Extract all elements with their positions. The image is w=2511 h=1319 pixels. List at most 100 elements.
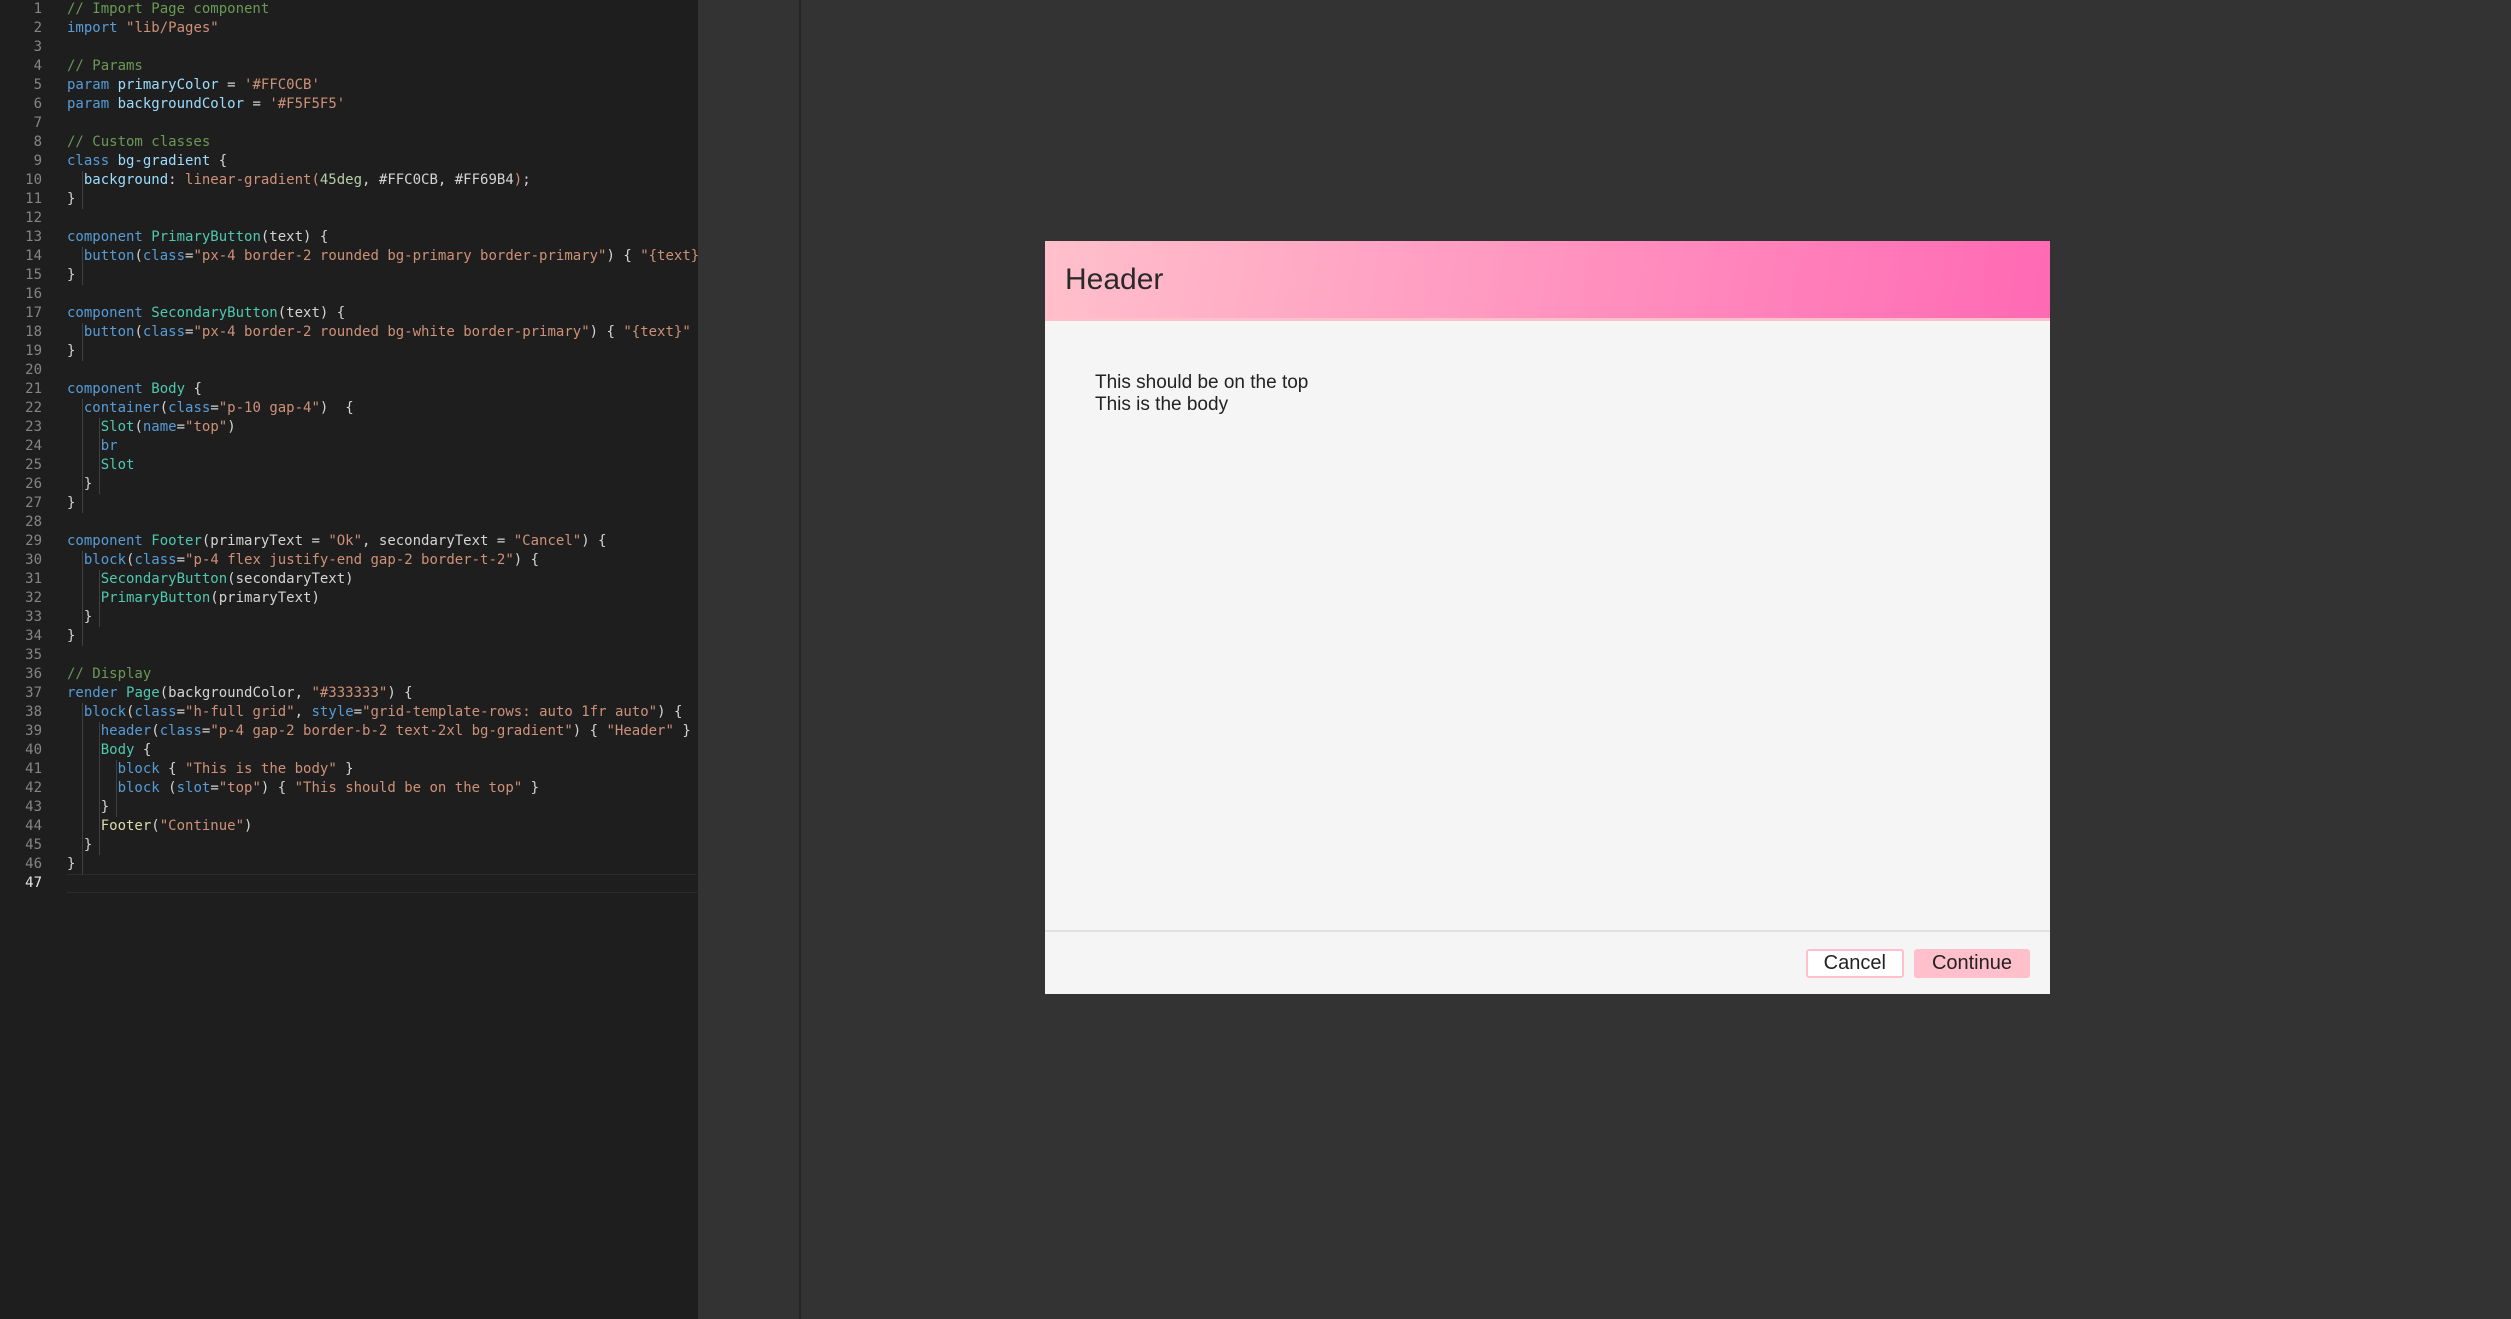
code-token: param <box>67 96 118 112</box>
line-number: 20 <box>25 362 42 378</box>
dialog-page: Header This should be on the top This is… <box>1045 241 2050 994</box>
code-line[interactable]: } <box>67 608 92 627</box>
code-line[interactable]: // Params <box>67 57 143 76</box>
code-line[interactable]: param primaryColor = '#FFC0CB' <box>67 76 320 95</box>
code-line[interactable]: button(class="px-4 border-2 rounded bg-w… <box>67 323 698 342</box>
code-token: "Continue" <box>159 818 245 834</box>
code-line[interactable]: } <box>67 266 75 285</box>
line-number-gutter: 1 2 3 4 5 6 7 8 9 10 11 12 13 14 15 16 17 18 19 20 21 22 23 24 2… <box>0 0 52 1319</box>
code-token: } <box>67 628 76 644</box>
code-line[interactable]: } <box>67 627 75 646</box>
code-line[interactable]: SecondaryButton(secondaryText) <box>67 570 354 589</box>
code-token: '#FFC0CB' <box>244 77 320 93</box>
code-line[interactable]: button(class="px-4 border-2 rounded bg-p… <box>67 247 698 266</box>
code-token: block <box>117 780 160 796</box>
code-token: } <box>67 343 76 359</box>
code-token: } <box>67 267 76 283</box>
code-line[interactable]: component SecondaryButton(text) { <box>67 304 345 323</box>
code-token: header <box>100 723 152 739</box>
code-line[interactable]: PrimaryButton(primaryText) <box>67 589 320 608</box>
code-line[interactable]: // Display <box>67 665 151 684</box>
code-line[interactable]: component PrimaryButton(text) { <box>67 228 328 247</box>
code-line[interactable]: component Body { <box>67 380 202 399</box>
code-line[interactable]: Slot <box>67 456 135 475</box>
line-number: 3 <box>33 39 42 55</box>
code-line[interactable]: param backgroundColor = '#F5F5F5' <box>67 95 345 114</box>
line-number: 2 <box>33 20 42 36</box>
line-number: 45 <box>25 837 42 853</box>
code-token: linear-gradient( <box>185 172 320 188</box>
code-token: br <box>100 438 118 454</box>
code-token: "px-4 border-2 rounded bg-primary border… <box>193 248 607 264</box>
line-number: 16 <box>25 286 42 302</box>
code-token: ( <box>134 248 143 264</box>
code-token: = <box>244 96 270 112</box>
code-token: "h-full grid" <box>185 704 295 720</box>
cancel-button[interactable]: Cancel <box>1805 948 1904 978</box>
code-line[interactable]: render Page(backgroundColor, "#333333") … <box>67 684 413 703</box>
code-token: backgroundColor <box>117 96 245 112</box>
indent-guide <box>116 760 117 817</box>
code-token: '#F5F5F5' <box>269 96 346 112</box>
code-token: ) { <box>657 704 683 720</box>
code-token: } <box>691 324 698 340</box>
code-token: } <box>522 780 540 796</box>
code-line[interactable]: Slot(name="top") <box>67 418 236 437</box>
code-token: { <box>185 381 202 397</box>
code-line[interactable]: Body { <box>67 741 152 760</box>
code-token: , secondaryText = <box>362 533 514 549</box>
code-line[interactable]: br <box>67 437 118 456</box>
code-line[interactable]: // Custom classes <box>67 133 210 152</box>
code-token: "{text}" <box>623 324 691 340</box>
code-token: { <box>159 761 186 777</box>
code-token: = <box>218 77 245 93</box>
code-line[interactable]: header(class="p-4 gap-2 border-b-2 text-… <box>67 722 691 741</box>
line-number: 13 <box>25 229 42 245</box>
code-token: , #FFC0CB, #FF69B4 <box>362 172 514 188</box>
code-token: { <box>134 742 152 758</box>
continue-button[interactable]: Continue <box>1913 948 2030 978</box>
indent-guide <box>82 247 83 285</box>
code-token: SecondaryButton <box>100 571 228 587</box>
code-line[interactable]: class bg-gradient { <box>67 152 227 171</box>
code-token: 45deg <box>319 172 363 188</box>
code-line[interactable]: } <box>67 342 75 361</box>
code-token: "lib/Pages" <box>126 20 219 36</box>
code-line[interactable]: background: linear-gradient(45deg, #FFC0… <box>67 171 531 190</box>
code-line[interactable]: container(class="p-10 gap-4") { <box>67 399 354 418</box>
code-line[interactable] <box>67 874 697 893</box>
code-line[interactable]: } <box>67 798 109 817</box>
code-editor[interactable]: 1 2 3 4 5 6 7 8 9 10 11 12 13 14 15 16 17 18 19 20 21 22 23 24 2… <box>0 0 698 1319</box>
code-line[interactable]: // Import Page component <box>67 0 269 19</box>
line-number: 10 <box>25 172 42 188</box>
code-line[interactable]: block(class="p-4 flex justify-end gap-2 … <box>67 551 539 570</box>
code-line[interactable]: Footer("Continue") <box>67 817 253 836</box>
code-token: "Header" <box>606 723 674 739</box>
code-line[interactable]: } <box>67 836 92 855</box>
code-line[interactable]: } <box>67 475 92 494</box>
code-line[interactable]: import "lib/Pages" <box>67 19 219 38</box>
code-token: ( <box>151 818 160 834</box>
code-line[interactable]: block { "This is the body" } <box>67 760 354 779</box>
code-line[interactable]: } <box>67 494 75 513</box>
code-token: param <box>67 77 118 93</box>
code-line[interactable]: } <box>67 855 75 874</box>
code-token: SecondaryButton <box>151 305 278 321</box>
indent-guide <box>82 703 83 874</box>
body-top-slot: This should be on the top <box>1095 372 1309 393</box>
code-line[interactable]: block(class="h-full grid", style="grid-t… <box>67 703 683 722</box>
line-number: 39 <box>25 723 42 739</box>
code-line[interactable]: component Footer(primaryText = "Ok", sec… <box>67 532 606 551</box>
code-area[interactable]: // Import Page component import "lib/Page… <box>67 0 698 1319</box>
line-number: 26 <box>25 476 42 492</box>
dialog-header: Header <box>1045 241 2050 321</box>
code-token: component <box>67 305 152 321</box>
code-token: ) <box>227 419 236 435</box>
code-token: Slot <box>100 419 135 435</box>
code-token: ) { <box>606 248 641 264</box>
code-line[interactable]: } <box>67 190 75 209</box>
code-line[interactable]: block (slot="top") { "This should be on … <box>67 779 539 798</box>
code-token: block <box>83 552 127 568</box>
